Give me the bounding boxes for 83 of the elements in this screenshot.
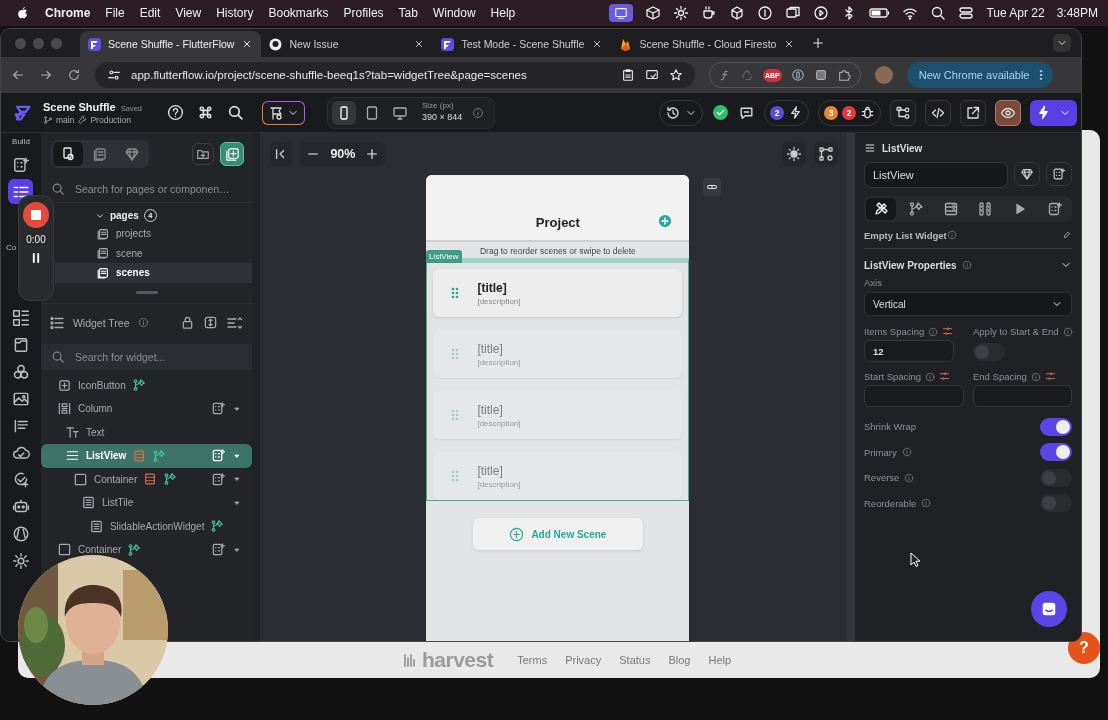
tree-node[interactable]: Container xyxy=(40,467,253,491)
tree-node[interactable]: SlidableActionWidget xyxy=(40,514,253,538)
size-label: Size (px) xyxy=(422,101,454,111)
section-title[interactable]: Empty List Widget xyxy=(864,229,947,241)
page-item[interactable]: projects xyxy=(54,224,253,244)
recording-timer: 0:00 xyxy=(26,234,46,245)
browser-tab[interactable]: Scene Shuffle - FlutterFlow xyxy=(80,31,262,57)
card-title: [title] xyxy=(477,341,504,356)
branch-name[interactable]: main xyxy=(56,114,75,125)
menu-item[interactable]: Profiles xyxy=(343,6,384,20)
card-title: [title] xyxy=(477,402,504,417)
tree-node[interactable]: ListTile xyxy=(40,491,253,515)
browser-tab[interactable]: Test Mode - Scene Shuffle xyxy=(433,31,612,57)
logo-text: harvest xyxy=(422,648,494,672)
scene-card[interactable]: [title] [description] xyxy=(433,269,683,317)
field-label: Start Spacing xyxy=(864,371,922,382)
footer-link[interactable]: Privacy xyxy=(565,654,602,666)
menu-item[interactable]: View xyxy=(175,6,202,20)
footer-link[interactable]: Help xyxy=(708,654,732,666)
page-item[interactable]: scenes xyxy=(54,263,253,283)
footer-link[interactable]: Status xyxy=(619,654,651,666)
search-input[interactable]: Search for pages or componen… xyxy=(72,182,243,196)
toggle-label: Primary xyxy=(864,446,897,458)
card-description: [description] xyxy=(477,418,521,428)
menu-item[interactable]: Help xyxy=(490,6,516,20)
menu-item[interactable]: File xyxy=(105,6,125,20)
panel-title: Widget Tree xyxy=(72,316,130,329)
field-label: End Spacing xyxy=(973,371,1027,382)
app-name[interactable]: Chrome xyxy=(45,6,91,20)
name-field[interactable]: ListView xyxy=(864,162,1008,188)
size-value: 390 × 844 xyxy=(422,111,463,124)
pages-heading[interactable]: pages xyxy=(109,210,139,221)
zoom-level: 90% xyxy=(330,147,356,161)
tree-node[interactable]: IconButton xyxy=(40,373,253,397)
menu-item[interactable]: Tab xyxy=(398,6,418,20)
field-label: Axis xyxy=(864,277,882,288)
card-title: [title] xyxy=(477,463,504,478)
tree-node[interactable]: ListView xyxy=(40,444,253,468)
field-label: Apply to Start & End xyxy=(973,326,1059,337)
widget-tag: ListView xyxy=(426,250,462,263)
menu-item[interactable]: Window xyxy=(432,6,476,20)
tree-node[interactable]: Column xyxy=(40,397,253,421)
help-button[interactable]: ? xyxy=(1068,632,1100,664)
card-description: [description] xyxy=(477,296,521,306)
card-description: [description] xyxy=(477,357,521,367)
browser-tab[interactable]: Scene Shuffle - Cloud Firesto xyxy=(611,31,804,57)
tree-node[interactable]: Container xyxy=(40,538,253,562)
count-badge: 2 xyxy=(770,105,784,120)
rail-section-label: Co xyxy=(6,243,17,252)
update-button[interactable]: New Chrome available xyxy=(906,62,1054,88)
scene-card[interactable]: [title] [description] xyxy=(433,330,683,378)
menubar-time: 3:48PM xyxy=(1056,6,1098,20)
menu-item[interactable]: Edit xyxy=(139,6,161,20)
toggle-label: Reverse xyxy=(864,472,900,484)
count-badge: 2 xyxy=(842,105,856,120)
browser-tab[interactable]: New Issue xyxy=(261,31,434,57)
instruction-text: Drag to reorder scenes or swipe to delete xyxy=(479,245,636,257)
panel-title: ListView xyxy=(882,142,923,154)
menu-item[interactable]: Bookmarks xyxy=(268,6,329,20)
screen-title: Project xyxy=(535,215,580,230)
menubar-date: Tue Apr 22 xyxy=(986,6,1045,20)
card-description: [description] xyxy=(477,479,521,489)
card-title: [title] xyxy=(477,280,508,295)
toggle-label: Shrink Wrap xyxy=(864,421,917,433)
axis-dropdown[interactable]: Vertical xyxy=(864,292,1072,316)
number-field[interactable]: 12 xyxy=(864,340,954,362)
environment-name[interactable]: Production xyxy=(90,114,132,125)
tree-node[interactable]: Text xyxy=(40,420,253,444)
project-name: Scene Shuffle xyxy=(43,100,116,113)
page-item[interactable]: scene xyxy=(54,243,253,263)
search-input[interactable]: Search for widget... xyxy=(72,349,243,364)
footer-link[interactable]: Blog xyxy=(668,654,691,666)
search-field[interactable]: Search for widget... xyxy=(40,343,253,370)
address-bar[interactable]: app.flutterflow.io/project/scene-shuffle-beeq1s?tab=widgetTree&page=scenes xyxy=(95,62,695,88)
scene-card[interactable]: [title] [description] xyxy=(433,391,683,439)
rail-section-label: Build xyxy=(12,137,30,146)
field-label: Items Spacing xyxy=(864,326,925,337)
toggle-label: Reorderable xyxy=(864,497,917,509)
count-badge: 3 xyxy=(824,105,838,120)
footer-link[interactable]: Terms xyxy=(517,654,548,666)
scene-card[interactable]: [title] [description] xyxy=(433,452,683,500)
section-title[interactable]: ListView Properties xyxy=(864,259,957,271)
menu-item[interactable]: History xyxy=(216,6,254,20)
